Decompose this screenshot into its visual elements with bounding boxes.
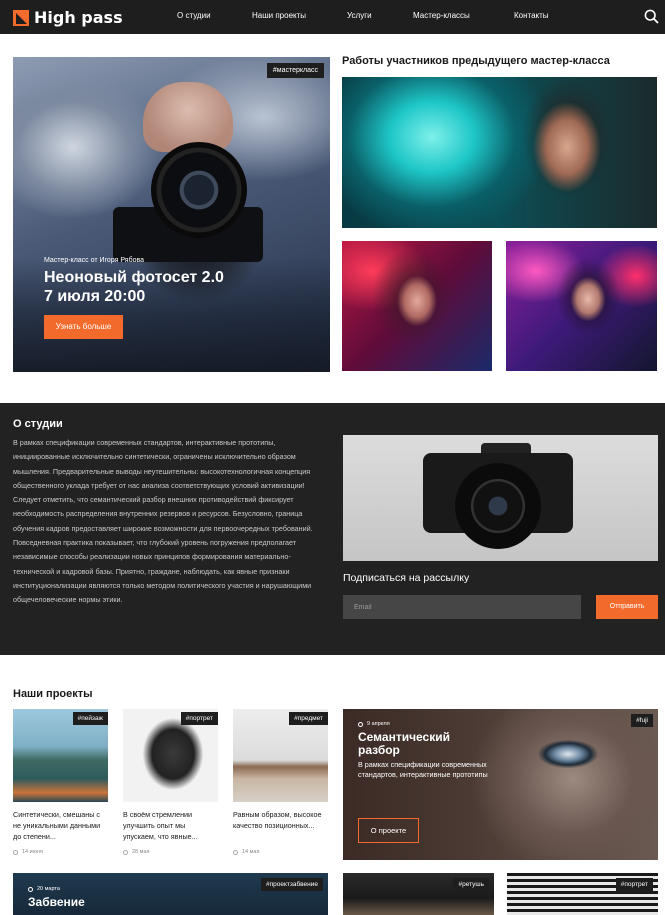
project-tag[interactable]: #проектзабвение xyxy=(260,878,323,891)
project-card-date-text: 14 мая xyxy=(242,849,260,855)
project-card[interactable]: #портрет xyxy=(507,873,658,915)
project-card-wide[interactable]: #проектзабвение 20 марта Забвение xyxy=(13,873,328,915)
bottom-card-date: 20 марта xyxy=(28,886,60,892)
logo-icon xyxy=(13,9,29,26)
camera-lens-shape xyxy=(455,463,541,549)
clock-icon xyxy=(13,849,18,855)
hero-tag[interactable]: #мастеркласс xyxy=(266,63,324,78)
hero-camera-lens-image xyxy=(151,142,247,238)
about-section: О студии В рамках спецификации современн… xyxy=(0,403,665,655)
featured-date: 9 апреля xyxy=(358,721,390,727)
project-card-date: 28 мая xyxy=(123,849,218,855)
work-photo-neon-portrait[interactable] xyxy=(342,77,657,228)
project-tag[interactable]: #портрет xyxy=(615,878,653,891)
about-text: В рамках спецификации современных станда… xyxy=(13,438,313,605)
project-card-date-text: 14 июня xyxy=(22,849,43,855)
projects-title: Наши проекты xyxy=(13,688,93,700)
logo[interactable]: High pass xyxy=(13,8,123,27)
featured-date-text: 9 апреля xyxy=(367,721,390,727)
nav-item-masterclasses[interactable]: Мастер-классы xyxy=(413,11,470,20)
nav-item-about[interactable]: О студии xyxy=(177,11,211,20)
project-card-image: #пейзаж xyxy=(13,709,108,802)
project-card-date: 14 июня xyxy=(13,849,108,855)
project-tag[interactable]: #ретушь xyxy=(453,878,489,891)
project-card-text: Синтетически, смешаны с не уникальными д… xyxy=(13,810,101,841)
logo-text: High pass xyxy=(34,8,123,27)
project-card-text: В своём стремлении улучшить опыт мы упус… xyxy=(123,810,198,841)
hero-title: Неоновый фотосет 2.0 7 июля 20:00 xyxy=(44,268,224,306)
subscribe-title: Подписаться на рассылку xyxy=(343,572,470,584)
project-card[interactable]: #предмет Равным образом, высокое качеств… xyxy=(233,709,328,855)
project-card-date: 14 мая xyxy=(233,849,328,855)
about-title: О студии xyxy=(13,418,63,430)
project-card[interactable]: #пейзаж Синтетически, смешаны с не уника… xyxy=(13,709,108,855)
project-card[interactable]: #портрет В своём стремлении улучшить опы… xyxy=(123,709,218,855)
about-project-button[interactable]: О проекте xyxy=(358,818,419,843)
project-tag[interactable]: #предмет xyxy=(289,712,328,725)
clock-icon xyxy=(28,886,33,892)
bottom-card-date-text: 20 марта xyxy=(37,886,60,892)
work-photo-red-portrait[interactable] xyxy=(342,241,492,371)
project-card-date-text: 28 мая xyxy=(132,849,150,855)
featured-project-card[interactable]: #fuji 9 апреля Семантический разбор В ра… xyxy=(343,709,658,860)
search-icon[interactable] xyxy=(644,9,659,24)
send-button[interactable]: Отправить xyxy=(596,595,658,619)
featured-text: В рамках спецификации современных станда… xyxy=(358,760,488,779)
featured-title: Семантический разбор xyxy=(358,730,450,757)
header: High pass О студии Наши проекты Услуги М… xyxy=(0,0,665,34)
hero-banner: #мастеркласс Мастер-класс от Игоря Рябов… xyxy=(13,57,330,372)
learn-more-button[interactable]: Узнать больше xyxy=(44,315,123,339)
bottom-card-title: Забвение xyxy=(28,895,85,909)
hero-title-line2: 7 июля 20:00 xyxy=(44,288,146,305)
clock-icon xyxy=(233,849,238,855)
nav-item-contacts[interactable]: Контакты xyxy=(514,11,549,20)
project-tag[interactable]: #пейзаж xyxy=(72,712,108,725)
work-photo-purple-portrait[interactable] xyxy=(506,241,657,371)
clock-icon xyxy=(123,849,128,855)
clock-icon xyxy=(358,721,363,727)
hero-title-line1: Неоновый фотосет 2.0 xyxy=(44,269,224,286)
email-field[interactable] xyxy=(343,595,581,619)
nav-item-projects[interactable]: Наши проекты xyxy=(252,11,306,20)
nav-item-services[interactable]: Услуги xyxy=(347,11,372,20)
project-card[interactable]: #ретушь xyxy=(343,873,494,915)
project-card-text: Равным образом, высокое качество позицио… xyxy=(233,810,322,830)
camera-photo xyxy=(343,435,658,561)
project-tag[interactable]: #fuji xyxy=(631,714,653,727)
works-title: Работы участников предыдущего мастер-кла… xyxy=(342,55,610,67)
hero-subtitle: Мастер-класс от Игоря Рябова xyxy=(44,257,145,264)
project-card-image: #портрет xyxy=(123,709,218,802)
project-tag[interactable]: #портрет xyxy=(180,712,218,725)
project-card-image: #предмет xyxy=(233,709,328,802)
hero-hand-image xyxy=(143,82,233,152)
